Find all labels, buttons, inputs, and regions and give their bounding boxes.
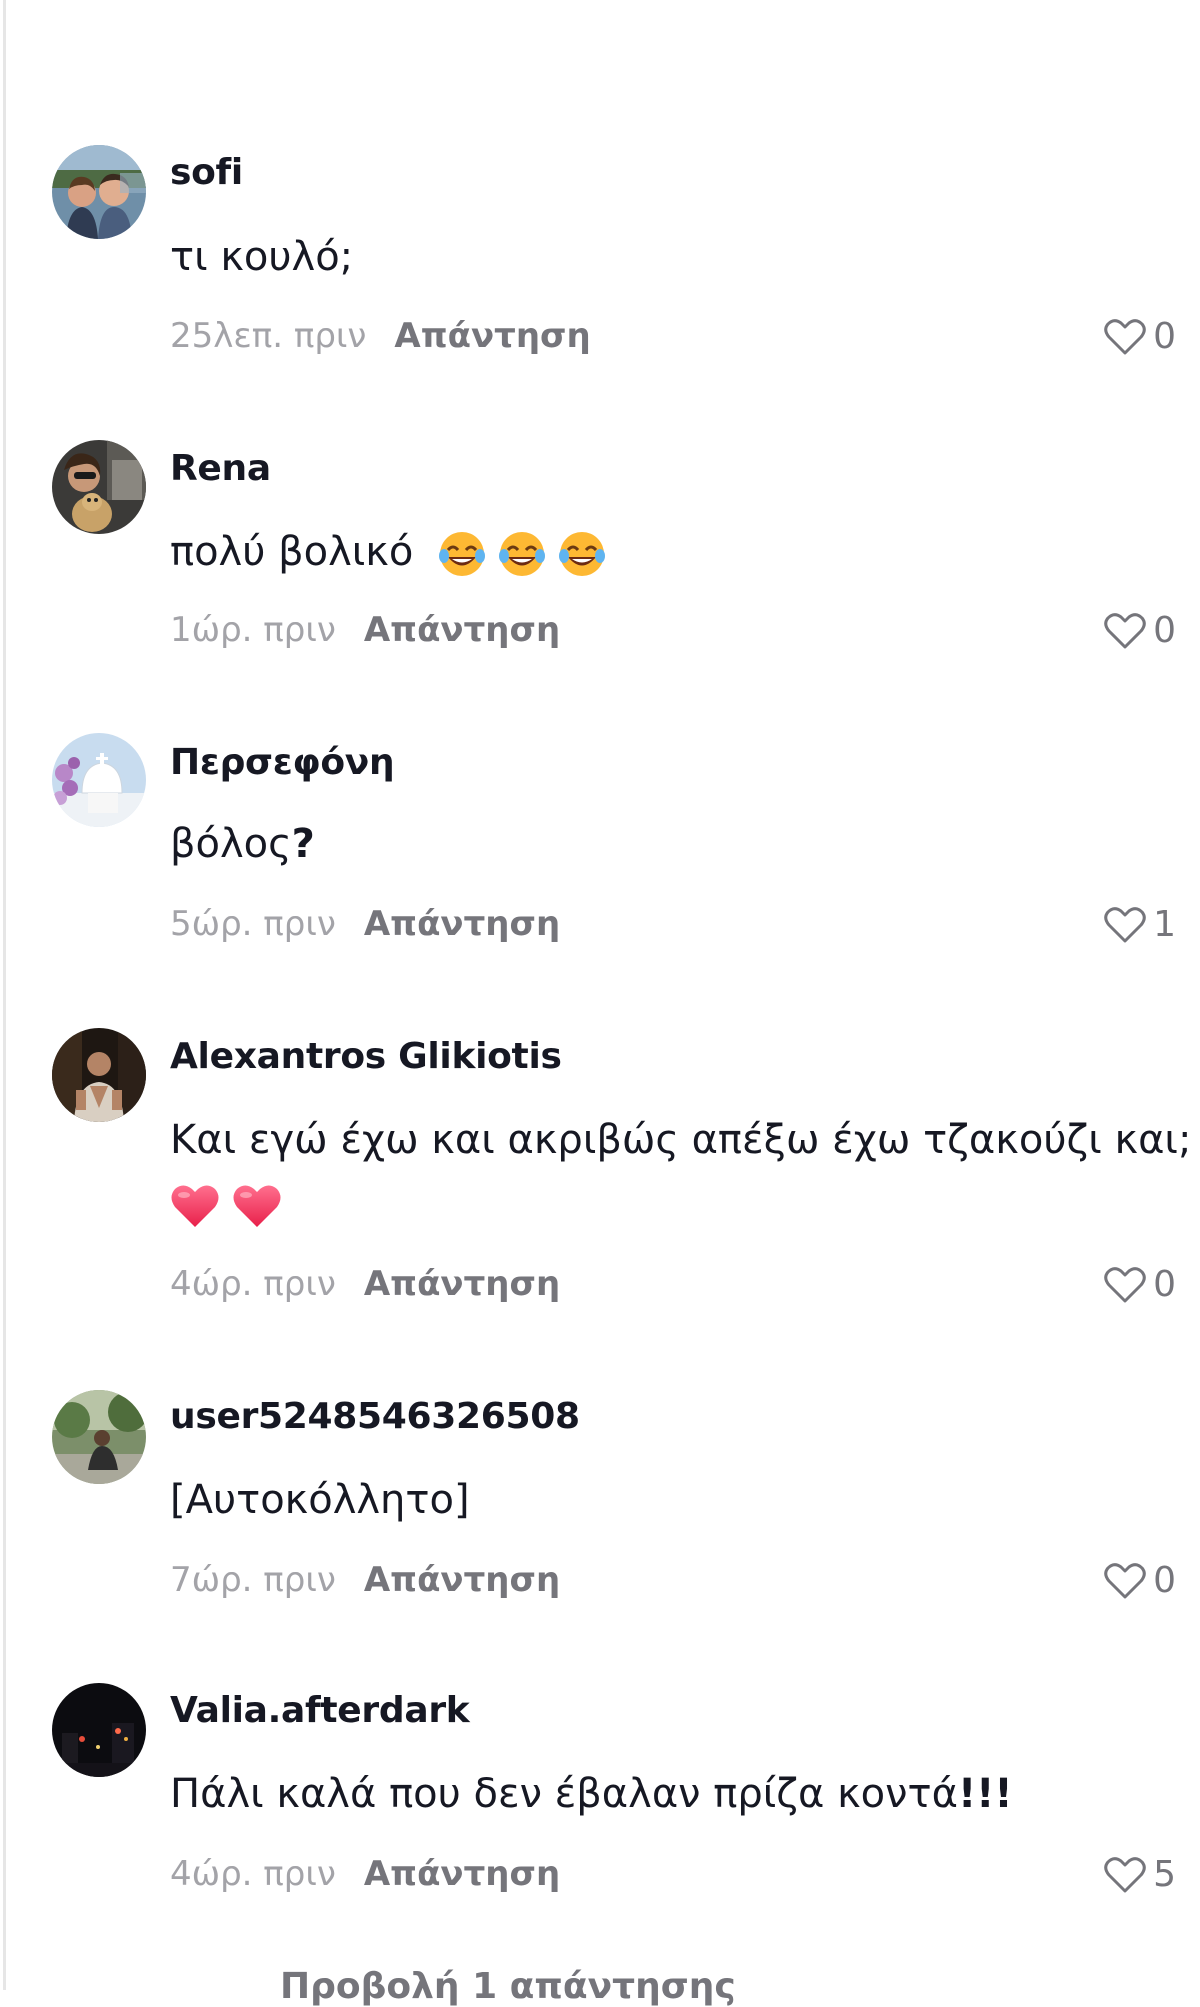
face-with-tears-of-joy-icon: [498, 530, 546, 578]
comment-text-content: πολύ βολικό: [170, 529, 414, 575]
like-count: 1: [1153, 904, 1176, 945]
like-count: 0: [1153, 1264, 1176, 1305]
comment-username[interactable]: Alexantros Glikiotis: [170, 1036, 562, 1077]
comment-meta: 4ώρ. πριν Απάντηση: [170, 1854, 560, 1894]
like-button[interactable]: 0: [1103, 1264, 1176, 1305]
like-count: 0: [1153, 1560, 1176, 1601]
face-with-tears-of-joy-icon: [438, 530, 486, 578]
red-heart-icon: [232, 1183, 282, 1229]
garden-photo-avatar-icon: [52, 1390, 146, 1484]
avatar[interactable]: [52, 1683, 146, 1777]
like-count: 0: [1153, 316, 1176, 357]
comment-text-content: τι κουλό;: [170, 234, 354, 280]
selfie-with-dog-avatar-icon: [52, 440, 146, 534]
comment-meta: 4ώρ. πριν Απάντηση: [170, 1264, 560, 1304]
reply-button[interactable]: Απάντηση: [364, 904, 560, 944]
like-button[interactable]: 0: [1103, 610, 1176, 651]
comment-text-content: Και εγώ έχω και ακριβώς απέξω έχω τζακού…: [170, 1117, 1192, 1163]
avatar[interactable]: [52, 733, 146, 827]
reply-button[interactable]: Απάντηση: [364, 1560, 560, 1600]
like-count: 5: [1153, 1854, 1176, 1895]
comment-meta: 7ώρ. πριν Απάντηση: [170, 1560, 560, 1600]
comment-username[interactable]: sofi: [170, 152, 243, 193]
comment-text: πολύ βολικό: [170, 520, 1180, 584]
comment-timestamp: 5ώρ. πριν: [170, 904, 336, 944]
heart-outline-icon: [1104, 318, 1146, 354]
heart-outline-icon: [1104, 612, 1146, 648]
heart-outline-icon: [1104, 1562, 1146, 1598]
comment-text: [Αυτοκόλλητο]: [170, 1468, 1180, 1532]
comment-timestamp: 1ώρ. πριν: [170, 610, 336, 650]
comment-username[interactable]: user5248546326508: [170, 1396, 580, 1437]
like-count: 0: [1153, 610, 1176, 651]
comment-meta: 5ώρ. πριν Απάντηση: [170, 904, 560, 944]
comment-timestamp: 4ώρ. πριν: [170, 1854, 336, 1894]
reply-button[interactable]: Απάντηση: [394, 316, 590, 356]
night-city-avatar-icon: [52, 1683, 146, 1777]
comment-meta: 1ώρ. πριν Απάντηση: [170, 610, 560, 650]
comment-text-content: Πάλι καλά που δεν έβαλαν πρίζα κοντά: [170, 1771, 958, 1817]
comment-emoji-row: [158, 1172, 1168, 1236]
red-heart-icon: [170, 1183, 220, 1229]
comment-text: βόλος?: [170, 812, 1180, 876]
comment-text: τι κουλό;: [170, 225, 1180, 289]
comment-timestamp: 25λεπ. πριν: [170, 316, 367, 356]
heart-outline-icon: [1104, 1856, 1146, 1892]
comment-username[interactable]: Valia.afterdark: [170, 1690, 470, 1731]
like-button[interactable]: 1: [1103, 904, 1176, 945]
comment-text: Και εγώ έχω και ακριβώς απέξω έχω τζακού…: [170, 1108, 1191, 1172]
view-replies-button[interactable]: Προβολή 1 απάντησης: [280, 1966, 736, 2007]
avatar[interactable]: [52, 145, 146, 239]
like-button[interactable]: 0: [1103, 1560, 1176, 1601]
comment-timestamp: 4ώρ. πριν: [170, 1264, 336, 1304]
man-dark-room-avatar-icon: [52, 1028, 146, 1122]
comment-text-content: βόλος: [170, 821, 292, 867]
couple-photo-avatar-icon: [52, 145, 146, 239]
comment-username[interactable]: Rena: [170, 448, 271, 489]
santorini-church-avatar-icon: [52, 733, 146, 827]
comment-username[interactable]: Περσεφόνη: [170, 742, 395, 783]
avatar[interactable]: [52, 1028, 146, 1122]
avatar[interactable]: [52, 440, 146, 534]
like-button[interactable]: 0: [1103, 316, 1176, 357]
comment-text: Πάλι καλά που δεν έβαλαν πρίζα κοντά!!!: [170, 1762, 1180, 1826]
reply-button[interactable]: Απάντηση: [364, 610, 560, 650]
reply-button[interactable]: Απάντηση: [364, 1854, 560, 1894]
avatar[interactable]: [52, 1390, 146, 1484]
comment-text-suffix: !!!: [957, 1771, 1013, 1817]
comment-text-content: [Αυτοκόλλητο]: [170, 1477, 470, 1523]
comment-timestamp: 7ώρ. πριν: [170, 1560, 336, 1600]
heart-outline-icon: [1104, 1266, 1146, 1302]
panel-divider: [3, 0, 6, 1990]
face-with-tears-of-joy-icon: [558, 530, 606, 578]
reply-button[interactable]: Απάντηση: [364, 1264, 560, 1304]
comment-meta: 25λεπ. πριν Απάντηση: [170, 316, 591, 356]
heart-outline-icon: [1104, 906, 1146, 942]
like-button[interactable]: 5: [1103, 1854, 1176, 1895]
comments-panel: sofi τι κουλό; 25λεπ. πριν Απάντηση 0 Re…: [0, 0, 1200, 2007]
comment-text-suffix: ?: [291, 821, 315, 867]
